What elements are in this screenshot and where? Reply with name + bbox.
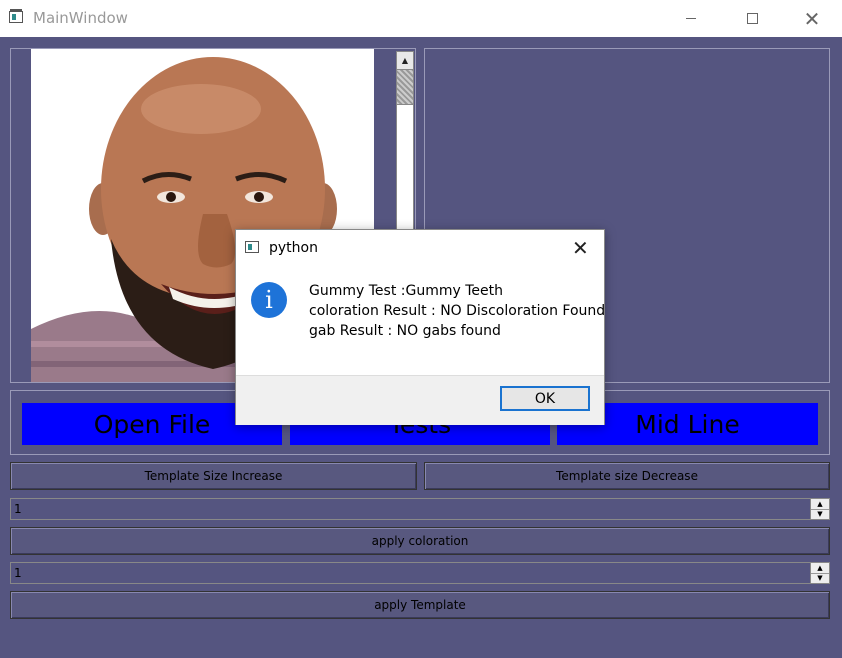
template-spinbox[interactable]: 1 ▲ ▼ bbox=[10, 562, 830, 584]
dialog-title: python bbox=[269, 240, 318, 256]
maximize-icon bbox=[746, 13, 758, 24]
title-bar: MainWindow ✕ bbox=[0, 0, 842, 37]
spin-down-icon[interactable]: ▼ bbox=[811, 509, 829, 519]
maximize-button[interactable] bbox=[729, 0, 775, 37]
scroll-up-arrow-icon[interactable]: ▲ bbox=[397, 52, 413, 70]
dialog-footer: OK bbox=[236, 375, 604, 425]
app-icon bbox=[9, 9, 23, 23]
spin-down-icon[interactable]: ▼ bbox=[811, 573, 829, 583]
dialog-message-line-2: coloration Result : NO Discoloration Fou… bbox=[309, 303, 606, 319]
template-size-decrease-button[interactable]: Template size Decrease bbox=[424, 462, 830, 490]
template-spinbox-value: 1 bbox=[14, 566, 22, 580]
window-title: MainWindow bbox=[33, 9, 128, 27]
dialog-message-line-3: gab Result : NO gabs found bbox=[309, 323, 501, 339]
scroll-thumb[interactable] bbox=[397, 70, 413, 105]
dialog-app-icon bbox=[245, 241, 259, 253]
close-icon: ✕ bbox=[803, 6, 821, 31]
apply-coloration-button[interactable]: apply coloration bbox=[10, 527, 830, 555]
minimize-button[interactable] bbox=[668, 0, 714, 37]
coloration-spinbox-arrows[interactable]: ▲ ▼ bbox=[810, 499, 829, 519]
apply-template-button[interactable]: apply Template bbox=[10, 591, 830, 619]
dialog-close-icon[interactable]: ✕ bbox=[572, 236, 589, 260]
dialog-message-line-1: Gummy Test :Gummy Teeth bbox=[309, 283, 503, 299]
information-icon: i bbox=[251, 282, 287, 318]
coloration-spinbox[interactable]: 1 ▲ ▼ bbox=[10, 498, 830, 520]
message-dialog: python ✕ i Gummy Test :Gummy Teeth color… bbox=[235, 229, 605, 425]
close-button[interactable]: ✕ bbox=[789, 0, 835, 37]
template-spinbox-arrows[interactable]: ▲ ▼ bbox=[810, 563, 829, 583]
template-size-increase-button[interactable]: Template Size Increase bbox=[10, 462, 417, 490]
minimize-icon bbox=[686, 18, 696, 19]
coloration-spinbox-value: 1 bbox=[14, 502, 22, 516]
ok-button[interactable]: OK bbox=[500, 386, 590, 411]
